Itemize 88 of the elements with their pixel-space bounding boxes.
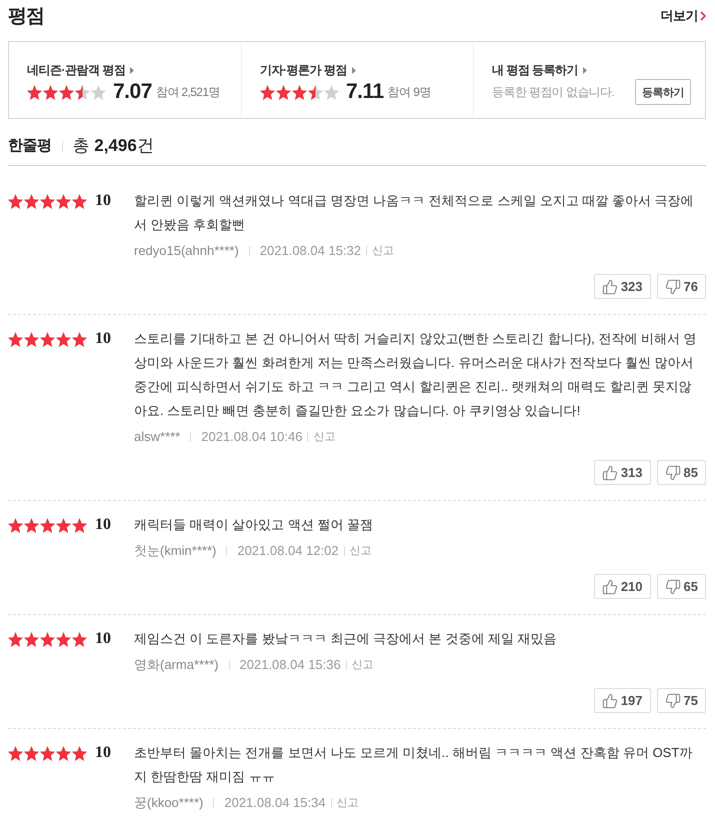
star-icon bbox=[59, 84, 74, 100]
review-date: 2021.08.04 10:46 bbox=[201, 428, 302, 446]
rating-link[interactable]: 기자·평론가 평점 bbox=[260, 60, 356, 80]
participant-count: 참여 2,521명 bbox=[156, 84, 220, 100]
star-icon bbox=[24, 332, 39, 346]
star-icon bbox=[72, 518, 87, 532]
star-icon bbox=[24, 632, 39, 646]
star-icon bbox=[24, 746, 39, 760]
rating-link[interactable]: 내 평점 등록하기 bbox=[492, 60, 588, 80]
review-text: 할리퀸 이렇게 액션캐였나 역대급 명장면 나옴ㅋㅋ 전체적으로 스케일 오지고 때깔 좋아서 극장에서 안봤음 후회할뻔 bbox=[134, 192, 695, 234]
review-author: redyo15(ahnh****) bbox=[134, 242, 239, 260]
star-icon bbox=[24, 194, 39, 208]
review-date: 2021.08.04 15:34 bbox=[224, 794, 326, 812]
star-icon bbox=[43, 84, 58, 100]
star-icon bbox=[56, 632, 71, 646]
like-button[interactable]: 197 bbox=[594, 688, 651, 713]
star-icon bbox=[40, 194, 55, 208]
star-icon bbox=[56, 746, 71, 760]
star-icon bbox=[72, 332, 87, 346]
review-date: 2021.08.04 15:36 bbox=[240, 656, 341, 674]
star-icon bbox=[40, 746, 55, 760]
star-icon bbox=[24, 518, 39, 532]
thumbs-down-icon bbox=[664, 692, 681, 708]
review-author: 첫눈(kmin****) bbox=[134, 542, 216, 560]
star-icon bbox=[40, 518, 55, 532]
review-author: 꿍(kkoo****) bbox=[134, 794, 204, 812]
caret-icon bbox=[130, 66, 134, 74]
star-icon bbox=[27, 84, 42, 100]
review-score: 10 bbox=[95, 192, 111, 210]
review-text: 스토리를 기대하고 본 건 아니어서 딱히 거슬리지 않았고(뻔한 스토리긴 합니다), 전작에 비해서 영상미와 사운드가 훨씬 화려한게 저는 만족스러웠습니다. 유머스러운 대사가 전작보다 훨씬 많아서 중간에 피식하면서 쉬기도 하고 ㅋㅋ 그리고 역시 할리퀸은 진리.. 랫캐쳐의 매력도 할리퀸 못지않아요. 스토리만 빼면 충분히 즐길만한 요소가 많습니다. 아 쿠키영상 있습니다! bbox=[134, 330, 698, 420]
star-icon bbox=[40, 632, 55, 646]
star-icon bbox=[324, 84, 339, 100]
review-text: 제임스건 이 도른자를 봤낰ㅋㅋㅋ 최근에 극장에서 본 것중에 제일 재밌음 bbox=[134, 630, 558, 648]
thumbs-up-icon bbox=[602, 692, 618, 708]
reviews-title: 한줄평 bbox=[8, 136, 52, 156]
dislike-button[interactable]: 85 bbox=[656, 460, 706, 485]
review-author: 영화(arma****) bbox=[134, 656, 219, 674]
review-date: 2021.08.04 12:02 bbox=[237, 542, 339, 560]
review-score: 10 bbox=[95, 330, 111, 348]
star-icon bbox=[72, 632, 87, 646]
thumbs-down-icon bbox=[664, 278, 681, 294]
caret-icon bbox=[352, 66, 356, 74]
star-icon bbox=[8, 332, 23, 346]
thumbs-up-icon bbox=[602, 578, 618, 594]
thumbs-down-icon bbox=[664, 464, 681, 480]
review-text: 초반부터 몰아치는 전개를 보면서 나도 모르게 미쳤네.. 해버림 ㅋㅋㅋㅋ 액션 잔혹함 유머 OST까지 한땀한땀 재미짐 ㅠㅠ bbox=[134, 744, 694, 786]
star-icon bbox=[260, 84, 275, 100]
review-total: 총 2,496건 bbox=[72, 135, 154, 157]
dislike-button[interactable]: 76 bbox=[656, 274, 706, 299]
like-button[interactable]: 210 bbox=[594, 574, 651, 599]
star-icon bbox=[72, 746, 87, 760]
rating-score: 7.07 bbox=[113, 80, 152, 104]
review-score: 10 bbox=[95, 630, 111, 648]
review-author: alsw**** bbox=[134, 428, 180, 446]
star-icon bbox=[8, 632, 23, 646]
star-icon bbox=[292, 84, 307, 100]
dislike-button[interactable]: 65 bbox=[656, 574, 706, 599]
star-icon bbox=[56, 194, 71, 208]
empty-rating-message: 등록한 평점이 없습니다. bbox=[492, 84, 614, 100]
rating-score: 7.11 bbox=[346, 80, 384, 104]
like-button[interactable]: 313 bbox=[594, 460, 651, 485]
star-icon bbox=[56, 332, 71, 346]
participant-count: 참여 9명 bbox=[388, 84, 431, 100]
star-icon bbox=[8, 518, 23, 532]
thumbs-up-icon bbox=[602, 278, 618, 294]
like-button[interactable]: 323 bbox=[594, 274, 651, 299]
rating-link[interactable]: 네티즌·관람객 평점 bbox=[27, 60, 134, 80]
register-button[interactable]: 등록하기 bbox=[635, 79, 691, 105]
review-text: 캐릭터들 매력이 살아있고 액션 쩔어 꿀잼 bbox=[134, 516, 374, 534]
thumbs-up-icon bbox=[602, 464, 618, 480]
section-title: 평점 bbox=[8, 4, 44, 28]
chevron-right-icon bbox=[700, 10, 706, 20]
star-icon bbox=[40, 332, 55, 346]
star-icon bbox=[276, 84, 291, 100]
dislike-button[interactable]: 75 bbox=[656, 688, 706, 713]
thumbs-down-icon bbox=[664, 578, 681, 594]
more-link[interactable]: 더보기 bbox=[660, 6, 706, 24]
review-score: 10 bbox=[95, 744, 111, 762]
star-icon bbox=[75, 84, 90, 100]
star-icon bbox=[8, 194, 23, 208]
star-icon bbox=[91, 84, 106, 100]
star-icon bbox=[308, 84, 323, 100]
star-icon bbox=[56, 518, 71, 532]
review-score: 10 bbox=[95, 516, 111, 534]
review-date: 2021.08.04 15:32 bbox=[260, 242, 362, 260]
star-icon bbox=[72, 194, 87, 208]
caret-icon bbox=[583, 66, 588, 74]
star-icon bbox=[8, 746, 23, 760]
